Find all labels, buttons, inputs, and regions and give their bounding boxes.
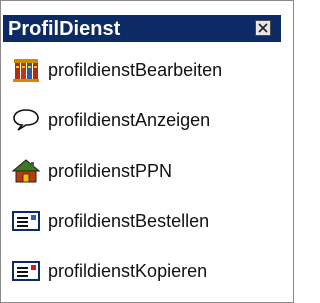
order-form-icon [11,208,41,234]
menu-item-label: profildienstBestellen [48,211,210,231]
menu-item-label: profildienstKopieren [48,261,208,281]
close-button[interactable] [255,20,271,36]
menu-item-label: profildienstBearbeiten [48,60,223,80]
menu-item-label: profildienstPPN [48,161,173,181]
profildienst-panel: ProfilDienst profildienstBearbeiten prof… [0,0,294,303]
panel-title: ProfilDienst [8,18,121,40]
panel-title-bar: ProfilDienst [3,15,281,42]
menu-item-label: profildienstAnzeigen [48,110,211,130]
menu-item-bearbeiten[interactable]: profildienstBearbeiten [1,45,293,95]
books-icon [11,57,41,83]
home-icon [11,158,41,184]
menu-item-kopieren[interactable]: profildienstKopieren [1,246,293,296]
close-icon [258,23,268,33]
menu-item-anzeigen[interactable]: profildienstAnzeigen [1,95,293,145]
copy-form-icon [11,258,41,284]
menu-item-bestellen[interactable]: profildienstBestellen [1,196,293,246]
menu-item-ppn[interactable]: profildienstPPN [1,146,293,196]
speech-bubble-icon [11,107,41,133]
